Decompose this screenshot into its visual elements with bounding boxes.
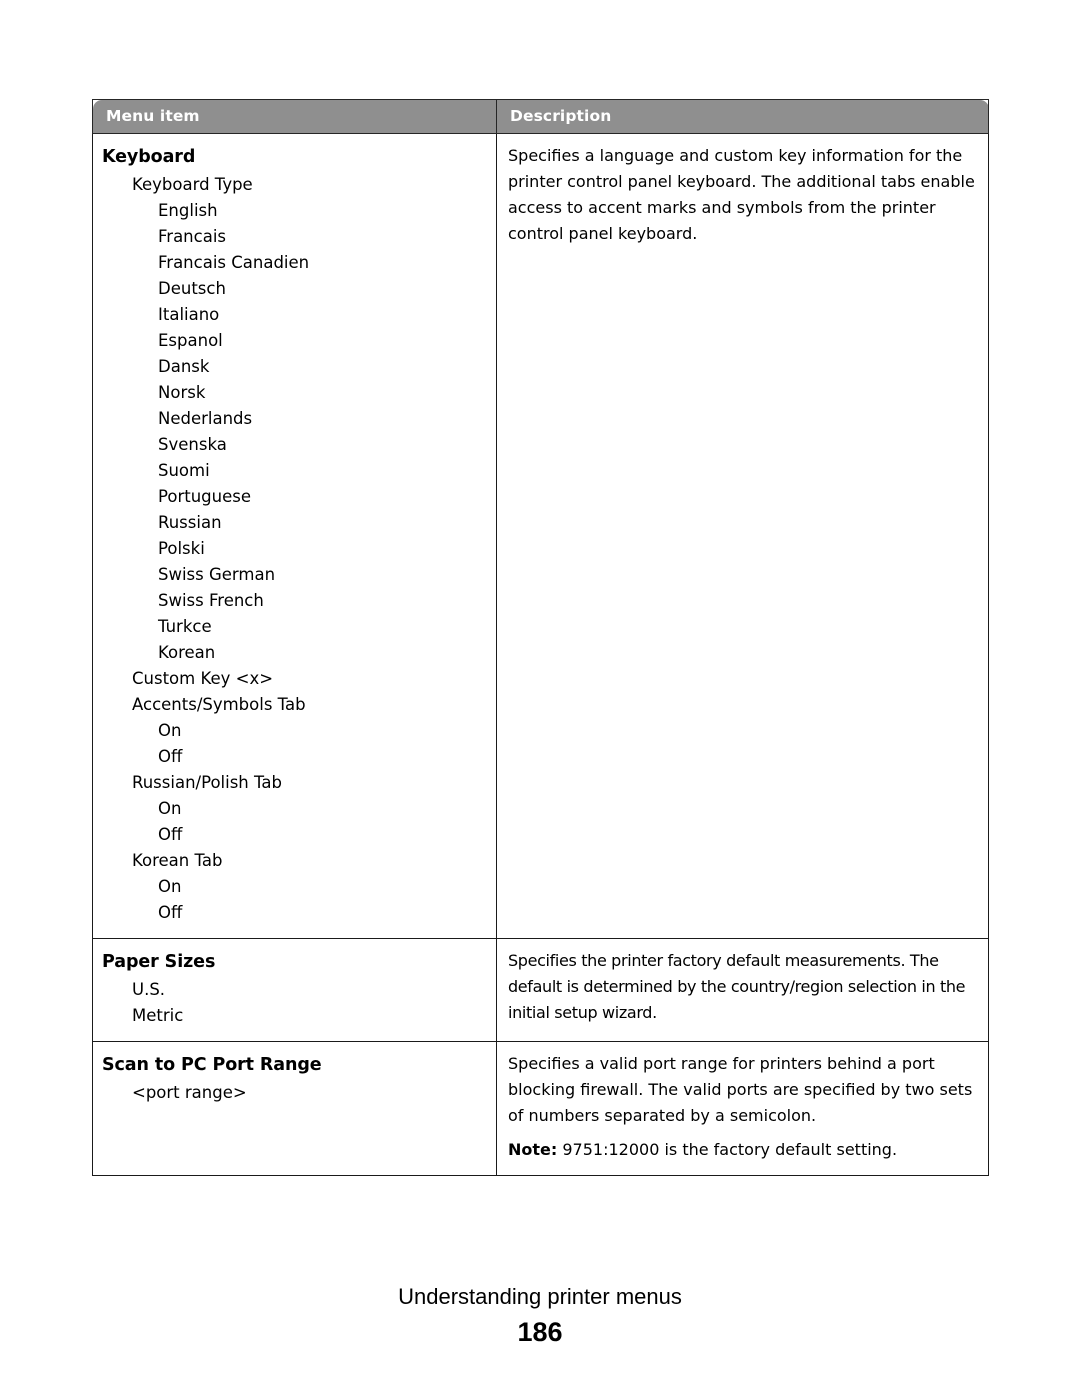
menu-item-title: Paper Sizes (102, 952, 216, 972)
page-footer: Understanding printer menus 186 (0, 1283, 1080, 1349)
menu-item-option: U.S. (132, 980, 166, 999)
menu-item-option: Russian (158, 513, 222, 532)
menu-item-option: Francais (158, 227, 227, 246)
menu-item-option: Norsk (158, 383, 206, 402)
menu-item-option: Korean Tab (132, 851, 223, 870)
table-header-row: Menu item Description (92, 99, 989, 134)
menu-item-option: Accents/Symbols Tab (132, 695, 306, 714)
table-row: Keyboard Keyboard Type English Francais Fran… (92, 133, 989, 939)
menu-item-option: English (158, 201, 218, 220)
menu-item-option: On (158, 877, 182, 896)
description-paragraph: Specifies a language and custom key info… (508, 146, 975, 243)
description-paragraph: Specifies a valid port range for printer… (508, 1054, 973, 1125)
menu-item-cell: Paper Sizes U.S. Metric (92, 938, 497, 1042)
description-cell: Specifies a language and custom key info… (496, 133, 989, 939)
menu-item-option: Italiano (158, 305, 220, 324)
menu-item-option: Turkce (158, 617, 212, 636)
table-row: Scan to PC Port Range <port range> Specifi… (92, 1041, 989, 1176)
note-text: 9751:12000 is the factory default settin… (557, 1140, 898, 1159)
menu-item-title: Scan to PC Port Range (102, 1055, 322, 1075)
menu-item-option: Deutsch (158, 279, 226, 298)
menu-item-option: Suomi (158, 461, 210, 480)
description-cell: Specifies a valid port range for printer… (496, 1041, 989, 1176)
table-row: Paper Sizes U.S. Metric Specifies the print… (92, 938, 989, 1042)
menu-item-option: Custom Key <x> (132, 669, 274, 688)
menu-item-option: Portuguese (158, 487, 251, 506)
menu-item-option: Svenska (158, 435, 227, 454)
menu-item-cell: Scan to PC Port Range <port range> (92, 1041, 497, 1176)
menu-item-option: Polski (158, 539, 205, 558)
printer-menu-table: Menu item Description Keyboard Keyboard T… (92, 99, 989, 1176)
footer-page-number: 186 (517, 1317, 563, 1347)
menu-item-option: Keyboard Type (132, 175, 253, 194)
menu-item-option: Francais Canadien (158, 253, 310, 272)
note-label: Note: (508, 1140, 558, 1159)
footer-section-title: Understanding printer menus (398, 1284, 682, 1309)
menu-item-option: Korean (158, 643, 216, 662)
menu-item-option: Swiss French (158, 591, 264, 610)
menu-item-option: On (158, 721, 182, 740)
menu-item-option: Swiss German (158, 565, 276, 584)
table-body: Keyboard Keyboard Type English Francais Fran… (92, 133, 989, 1176)
column-header-description: Description (496, 99, 989, 134)
column-header-menu-item: Menu item (92, 99, 497, 134)
menu-item-option: Off (158, 903, 183, 922)
document-page: Menu item Description Keyboard Keyboard T… (0, 0, 1080, 1397)
menu-item-option: Off (158, 747, 183, 766)
description-note: Note: 9751:12000 is the factory default … (508, 1137, 980, 1163)
menu-item-option: <port range> (132, 1083, 247, 1102)
menu-item-option: On (158, 799, 182, 818)
menu-item-option: Dansk (158, 357, 210, 376)
menu-item-option: Espanol (158, 331, 223, 350)
menu-item-option: Russian/Polish Tab (132, 773, 282, 792)
menu-item-cell: Keyboard Keyboard Type English Francais Fran… (92, 133, 497, 939)
description-cell: Specifies the printer factory default me… (496, 938, 989, 1042)
menu-item-option: Nederlands (158, 409, 253, 428)
menu-item-option: Metric (132, 1006, 184, 1025)
description-paragraph: Specifies the printer factory default me… (508, 951, 966, 1022)
table-header: Menu item Description (92, 99, 989, 134)
menu-item-option: Off (158, 825, 183, 844)
menu-item-title: Keyboard (102, 147, 196, 167)
